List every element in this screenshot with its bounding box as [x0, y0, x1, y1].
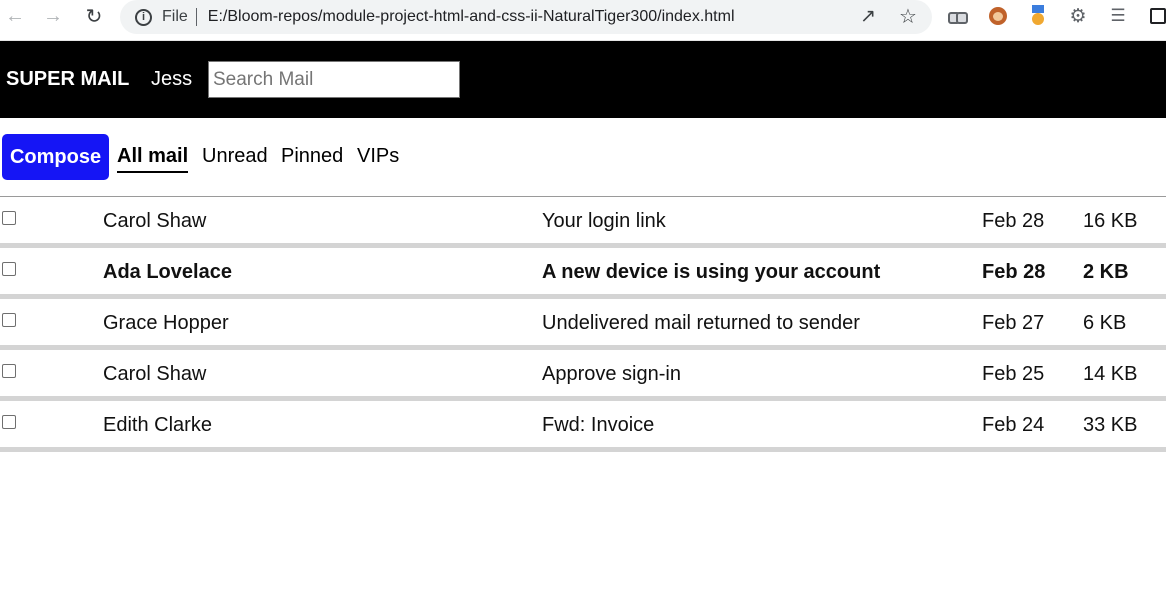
app-header: SUPER MAIL Jess	[0, 41, 1166, 118]
address-separator	[195, 8, 197, 26]
mail-date: Feb 28	[982, 261, 1046, 283]
mail-subject[interactable]: Your login link	[542, 210, 666, 233]
brand-logo: SUPER MAIL	[6, 68, 130, 90]
mail-size: 14 KB	[1083, 363, 1138, 385]
star-icon[interactable]: ☆	[896, 4, 920, 28]
mail-subject[interactable]: A new device is using your account	[542, 261, 880, 284]
mail-size: 33 KB	[1083, 414, 1138, 436]
scheme-label: File	[162, 8, 188, 25]
mail-list: Carol Shaw Your login link Feb 28 16 KB …	[0, 196, 1166, 452]
mail-checkbox[interactable]	[2, 211, 16, 225]
mail-sender: Edith Clarke	[103, 414, 212, 436]
puzzle-icon[interactable]: ⚙	[1065, 3, 1091, 29]
forward-icon[interactable]: →	[39, 4, 67, 28]
reload-icon[interactable]: ↻	[80, 4, 108, 28]
mail-row[interactable]: Carol Shaw Approve sign-in Feb 25 14 KB	[0, 350, 1166, 401]
mail-subject[interactable]: Approve sign-in	[542, 363, 681, 386]
mail-size: 6 KB	[1083, 312, 1127, 334]
mail-sender: Grace Hopper	[103, 312, 229, 334]
mail-subject[interactable]: Fwd: Invoice	[542, 414, 654, 437]
mail-subject[interactable]: Undelivered mail returned to sender	[542, 312, 860, 335]
tab-all-mail[interactable]: All mail	[117, 145, 189, 173]
window-icon[interactable]	[1145, 3, 1166, 29]
mail-sender: Carol Shaw	[103, 210, 207, 232]
url-text[interactable]: E:/Bloom-repos/module-project-html-and-c…	[208, 8, 735, 26]
back-icon[interactable]: ←	[1, 4, 29, 28]
mail-checkbox[interactable]	[2, 313, 16, 327]
mail-date: Feb 27	[982, 312, 1045, 334]
medal-extension-icon[interactable]	[1025, 3, 1051, 29]
mail-date: Feb 25	[982, 363, 1045, 385]
mail-row[interactable]: Carol Shaw Your login link Feb 28 16 KB	[0, 197, 1166, 248]
monkey-extension-icon[interactable]	[985, 3, 1011, 29]
mail-date: Feb 24	[982, 414, 1045, 436]
mail-row[interactable]: Edith Clarke Fwd: Invoice Feb 24 33 KB	[0, 401, 1166, 452]
mail-sender: Carol Shaw	[103, 363, 207, 385]
tab-vips[interactable]: VIPs	[357, 145, 399, 173]
mail-checkbox[interactable]	[2, 415, 16, 429]
compose-button[interactable]: Compose	[2, 134, 109, 180]
mail-date: Feb 28	[982, 210, 1045, 232]
search-input[interactable]	[208, 61, 460, 98]
media-control-icon[interactable]: ☰	[1105, 3, 1131, 29]
mail-checkbox[interactable]	[2, 364, 16, 378]
tab-pinned[interactable]: Pinned	[281, 145, 343, 173]
address-bar[interactable]: i File E:/Bloom-repos/module-project-htm…	[120, 0, 932, 34]
mail-checkbox[interactable]	[2, 262, 16, 276]
tab-unread[interactable]: Unread	[202, 145, 268, 173]
mail-size: 2 KB	[1083, 261, 1129, 283]
mail-row[interactable]: Grace Hopper Undelivered mail returned t…	[0, 299, 1166, 350]
user-name: Jess	[151, 68, 193, 90]
share-icon[interactable]: ↗	[856, 4, 880, 28]
glasses-extension-icon[interactable]	[945, 3, 971, 29]
mail-row[interactable]: Ada Lovelace A new device is using your …	[0, 248, 1166, 299]
browser-toolbar: ← → ↻ i File E:/Bloom-repos/module-proje…	[0, 0, 1166, 41]
mail-size: 16 KB	[1083, 210, 1138, 232]
mail-sender: Ada Lovelace	[103, 261, 232, 283]
info-icon[interactable]: i	[135, 8, 152, 26]
